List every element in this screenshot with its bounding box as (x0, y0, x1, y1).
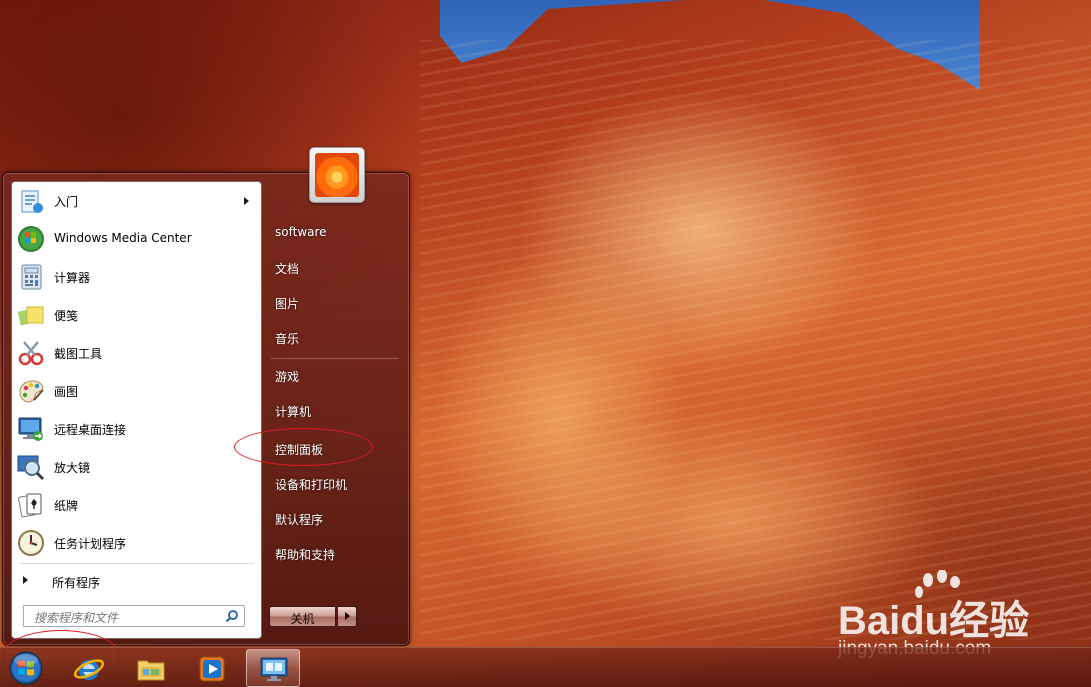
search-input[interactable]: 搜索程序和文件 (23, 605, 245, 627)
calculator-icon (21, 264, 42, 290)
shutdown-button[interactable]: 关机 (269, 606, 336, 627)
folder-icon (137, 660, 165, 681)
remote-desktop-icon (260, 657, 288, 681)
program-item-sticky-notes[interactable]: 便笺 (14, 297, 259, 333)
right-item-pictures[interactable]: 图片 (268, 287, 400, 317)
program-item-paint[interactable]: 画图 (14, 373, 259, 409)
program-item-snipping-tool[interactable]: 截图工具 (14, 335, 259, 371)
right-item-label: 音乐 (275, 332, 300, 346)
right-item-label: 文档 (275, 262, 300, 276)
media-player-icon (199, 656, 225, 682)
right-item-label: 计算机 (275, 405, 312, 419)
right-item-documents[interactable]: 文档 (268, 252, 400, 282)
right-item-software[interactable]: software (268, 217, 400, 247)
program-item-calculator[interactable]: 计算器 (14, 259, 259, 295)
program-item-solitaire[interactable]: 纸牌 (14, 487, 259, 523)
program-label: 入门 (54, 195, 79, 209)
media-center-icon (18, 226, 44, 252)
right-item-label: 设备和打印机 (275, 478, 348, 492)
search-placeholder: 搜索程序和文件 (34, 611, 119, 625)
baidu-paw-icon (915, 570, 960, 598)
program-label: 放大镜 (54, 461, 91, 475)
right-item-label: 默认程序 (275, 513, 324, 527)
right-item-label: 控制面板 (275, 443, 324, 457)
right-item-games[interactable]: 游戏 (268, 360, 400, 390)
shutdown-label: 关机 (290, 612, 315, 626)
right-item-label: 图片 (275, 297, 300, 311)
program-item-remote-desktop[interactable]: 远程桌面连接 (14, 411, 259, 447)
program-item-getting-started[interactable]: 入门 (14, 183, 259, 219)
right-pane-divider (271, 358, 399, 359)
program-label: 便笺 (54, 309, 79, 323)
taskbar-item-internet-explorer[interactable] (62, 649, 116, 687)
ie-icon (73, 659, 105, 680)
right-item-help-support[interactable]: 帮助和支持 (268, 538, 400, 568)
right-item-label: 帮助和支持 (275, 548, 336, 562)
flower-avatar-icon (315, 153, 359, 197)
right-item-control-panel[interactable]: 控制面板 (268, 433, 400, 463)
remote-desktop-icon (18, 417, 43, 441)
right-item-computer[interactable]: 计算机 (268, 395, 400, 425)
user-picture[interactable] (309, 147, 365, 203)
getting-started-icon (21, 190, 43, 213)
task-scheduler-icon (18, 530, 44, 556)
program-label: 截图工具 (54, 347, 103, 361)
taskbar-item-windows-explorer[interactable] (124, 649, 178, 687)
right-item-label: 游戏 (275, 370, 300, 384)
magnifier-icon (17, 455, 45, 481)
start-menu: 入门 Windows Media Center 计算器 便笺 截图工具 画图 远… (2, 147, 410, 646)
all-programs-label: 所有程序 (52, 576, 101, 590)
right-item-music[interactable]: 音乐 (268, 322, 400, 352)
program-label: 纸牌 (54, 499, 79, 513)
snipping-tool-icon (18, 341, 44, 366)
search-icon[interactable] (225, 609, 239, 623)
right-item-default-programs[interactable]: 默认程序 (268, 503, 400, 533)
program-item-magnifier[interactable]: 放大镜 (14, 449, 259, 485)
shutdown-arrow-icon (345, 612, 350, 620)
shutdown-options-button[interactable] (337, 606, 357, 627)
taskbar (0, 647, 1091, 687)
taskbar-item-remote-desktop[interactable] (246, 649, 300, 687)
program-item-task-scheduler[interactable]: 任务计划程序 (14, 525, 259, 561)
wallpaper-rock-strata (420, 40, 1091, 640)
all-programs-arrow-icon (23, 576, 28, 584)
paint-icon (19, 380, 44, 403)
programs-divider (20, 563, 254, 564)
taskbar-item-media-player[interactable] (185, 649, 239, 687)
submenu-arrow-icon (244, 197, 249, 205)
solitaire-icon (18, 493, 42, 518)
programs-pane: 入门 Windows Media Center 计算器 便笺 截图工具 画图 远… (11, 181, 262, 639)
right-item-devices-printers[interactable]: 设备和打印机 (268, 468, 400, 498)
all-programs-button[interactable]: 所有程序 (14, 568, 259, 594)
program-label: Windows Media Center (54, 231, 192, 245)
right-item-label: software (275, 225, 327, 239)
program-item-media-center[interactable]: Windows Media Center (14, 221, 259, 257)
start-button[interactable] (6, 649, 46, 687)
program-label: 计算器 (54, 271, 91, 285)
program-label: 远程桌面连接 (54, 423, 127, 437)
program-label: 任务计划程序 (54, 537, 127, 551)
sticky-notes-icon (17, 306, 44, 326)
program-label: 画图 (54, 385, 79, 399)
